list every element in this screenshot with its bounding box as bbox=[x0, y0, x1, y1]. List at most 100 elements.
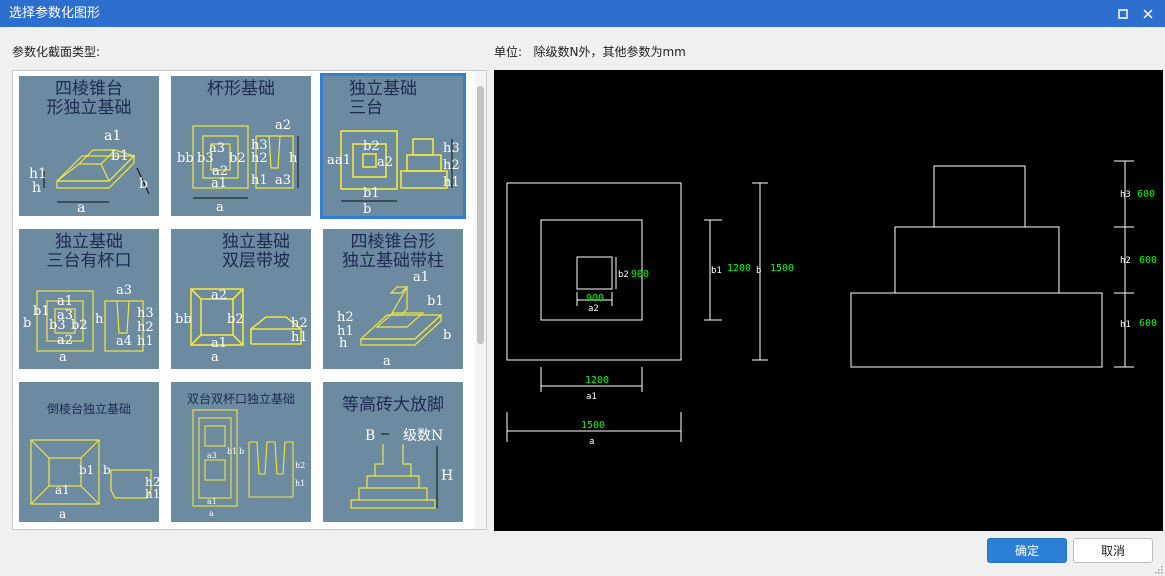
dim-h3-value: 600 bbox=[1137, 189, 1155, 200]
shape-tile-double-cup[interactable]: 双台双杯口独立基础 a a1 a3 b1 b h2 h1 bbox=[168, 379, 314, 525]
label-b: b bbox=[103, 463, 111, 477]
label-a: a bbox=[211, 350, 219, 365]
elevation-middle-step bbox=[894, 226, 1060, 294]
label-h2: h2 bbox=[291, 316, 308, 331]
label-b: b bbox=[23, 316, 31, 331]
label-bb: bb bbox=[177, 151, 194, 166]
label-a3: a3 bbox=[207, 451, 217, 460]
dim-a1-label: a1 bbox=[586, 392, 597, 402]
label-a: a bbox=[209, 509, 214, 518]
shape-tile-brick-footing[interactable]: 等高砖大放脚 B 级数N H bbox=[320, 379, 466, 525]
three-step-cup-drawing: a a1 a2 a3 b b1 b3 b2 a3 h a4 h3 h2 h1 bbox=[23, 283, 154, 365]
label-h2: h2 bbox=[251, 151, 268, 166]
gallery-scrollbar[interactable] bbox=[475, 71, 486, 529]
scrollbar-thumb[interactable] bbox=[477, 86, 484, 344]
label-a2: a2 bbox=[275, 118, 291, 133]
label-b: b bbox=[239, 447, 244, 456]
label-a3: a3 bbox=[275, 173, 291, 188]
unit-label: 单位: 除级数N外，其他参数为mm bbox=[494, 45, 686, 59]
pyramid-frustum-drawing: a a1 b1 b h1 h bbox=[29, 128, 150, 216]
label-H: H bbox=[441, 468, 453, 484]
label-b3: b3 bbox=[49, 318, 66, 333]
frustum-column-drawing: a a1 b1 b h2 h1 h bbox=[337, 270, 451, 369]
label-a2: a2 bbox=[377, 155, 393, 170]
shape-tile-frustum-with-column[interactable]: 四棱锥台形 独立基础带柱 a a1 b1 b h2 h1 h bbox=[320, 226, 466, 372]
label-h3: h3 bbox=[443, 141, 460, 156]
shape-tile-cup-foundation[interactable]: 杯形基础 a a1 a2 a3 bb b3 b2 a2 h3 h2 h1 a3 … bbox=[168, 73, 314, 219]
label-b1: b1 bbox=[427, 294, 444, 309]
shape-tile-two-layer-slope[interactable]: 独立基础 双层带坡 a a1 a2 bb b2 h2 h1 bbox=[168, 226, 314, 372]
label-h: h bbox=[289, 151, 298, 166]
dim-h1-label: h1 bbox=[1120, 320, 1131, 330]
dim-b2-value: 900 bbox=[631, 269, 649, 280]
dim-h2-label: h2 bbox=[1120, 256, 1131, 266]
label-h2: h2 bbox=[443, 158, 460, 173]
label-a: a bbox=[59, 350, 67, 365]
ok-button[interactable]: 确定 bbox=[987, 538, 1067, 563]
close-icon[interactable] bbox=[1138, 4, 1158, 23]
dim-a1-value: 1200 bbox=[585, 375, 609, 386]
three-step-drawing: b b1 b2 a a1 a2 h3 h2 h1 bbox=[327, 130, 460, 216]
dim-h2-value: 600 bbox=[1139, 255, 1157, 266]
preview-drawing: b2 a2 b1 b a1 a h3 h2 h1 900 900 1200 15… bbox=[506, 160, 1157, 447]
cup-foundation-drawing: a a1 a2 a3 bb b3 b2 a2 h3 h2 h1 a3 h bbox=[177, 118, 299, 215]
shape-tile-three-step-cup[interactable]: 独立基础 三台有杯口 a a1 a2 a3 b b1 b3 b2 a3 h a4… bbox=[16, 226, 162, 372]
label-a1: a1 bbox=[104, 128, 121, 144]
inverted-frustum-drawing: a a1 b1 b h2 h1 bbox=[30, 439, 159, 521]
label-h1: h1 bbox=[295, 479, 305, 488]
shape-thumbnail: 倒棱台独立基础 a a1 b1 b h2 h1 bbox=[19, 382, 159, 522]
label-a: a bbox=[383, 354, 391, 369]
label-b2: b2 bbox=[229, 151, 246, 166]
label-a1: a1 bbox=[211, 336, 227, 351]
cancel-button[interactable]: 取消 bbox=[1073, 538, 1153, 563]
section-type-label: 参数化截面类型: bbox=[12, 45, 101, 59]
label-h: h bbox=[339, 336, 348, 351]
shape-tile-pyramid-frustum[interactable]: 四棱锥台 形独立基础 a a1 b1 b h1 h bbox=[16, 73, 162, 219]
label-b1: b1 bbox=[33, 304, 50, 319]
dim-a-label: a bbox=[589, 437, 594, 447]
dim-h3-label: h3 bbox=[1120, 190, 1131, 200]
preview-canvas: b2 a2 b1 b a1 a h3 h2 h1 900 900 1200 15… bbox=[494, 70, 1163, 531]
label-bb: bb bbox=[175, 312, 192, 327]
shape-tile-inverted-frustum[interactable]: 倒棱台独立基础 a a1 b1 b h2 h1 bbox=[16, 379, 162, 525]
shape-thumbnail: 独立基础 三台 b b1 b2 a a1 a2 h3 h2 h1 bbox=[323, 76, 463, 216]
shape-thumbnail: 独立基础 三台有杯口 a a1 a2 a3 b b1 b3 b2 a3 h a4… bbox=[19, 229, 159, 369]
dim-b-value: 1500 bbox=[770, 263, 794, 274]
shape-gallery[interactable]: 四棱锥台 形独立基础 a a1 b1 b h1 h 杯形基础 a a1 a2 a… bbox=[12, 70, 487, 530]
dim-a2-label: a2 bbox=[588, 304, 599, 314]
label-a1: a1 bbox=[413, 270, 429, 285]
dim-a2-value: 900 bbox=[586, 293, 604, 304]
label-b3: b3 bbox=[197, 151, 214, 166]
outer-plan-rect bbox=[506, 182, 682, 361]
inner-plan-rect bbox=[576, 256, 613, 290]
label-a: a bbox=[327, 153, 335, 168]
label-a: a bbox=[59, 507, 66, 521]
label-a2: a2 bbox=[57, 333, 73, 348]
label-h1: h1 bbox=[145, 487, 159, 501]
label-h1: h1 bbox=[137, 334, 154, 349]
maximize-icon[interactable] bbox=[1113, 4, 1133, 23]
label-a: a bbox=[77, 200, 85, 216]
label-a1: a1 bbox=[57, 294, 73, 309]
shape-thumbnail: 四棱锥台形 独立基础带柱 a a1 b1 b h2 h1 h bbox=[323, 229, 463, 369]
window-title: 选择参数化图形 bbox=[9, 6, 101, 21]
label-a1: a1 bbox=[55, 483, 70, 497]
double-cup-drawing: a a1 a3 b1 b h2 h1 bbox=[192, 409, 305, 518]
shape-thumbnail: 等高砖大放脚 B 级数N H bbox=[323, 382, 463, 522]
dim-b-label: b bbox=[756, 266, 761, 276]
shape-thumbnail: 杯形基础 a a1 a2 a3 bb b3 b2 a2 h3 h2 h1 a3 … bbox=[171, 76, 311, 216]
label-b: b bbox=[443, 328, 451, 343]
resize-grip-icon[interactable] bbox=[1154, 565, 1163, 574]
shape-tile-three-step-foundation[interactable]: 独立基础 三台 b b1 b2 a a1 a2 h3 h2 h1 bbox=[320, 73, 466, 219]
label-B: B bbox=[365, 428, 375, 444]
label-b2: b2 bbox=[363, 139, 380, 154]
label-a2: a2 bbox=[211, 288, 227, 303]
dim-b1-value: 1200 bbox=[727, 263, 751, 274]
label-h2: h2 bbox=[295, 461, 305, 470]
label-a2: a2 bbox=[212, 164, 228, 179]
label-h1: h1 bbox=[291, 330, 308, 345]
label-b: b bbox=[139, 176, 148, 192]
label-h: h bbox=[95, 312, 104, 327]
dim-h1-value: 600 bbox=[1139, 318, 1157, 329]
label-a3: a3 bbox=[116, 283, 132, 298]
